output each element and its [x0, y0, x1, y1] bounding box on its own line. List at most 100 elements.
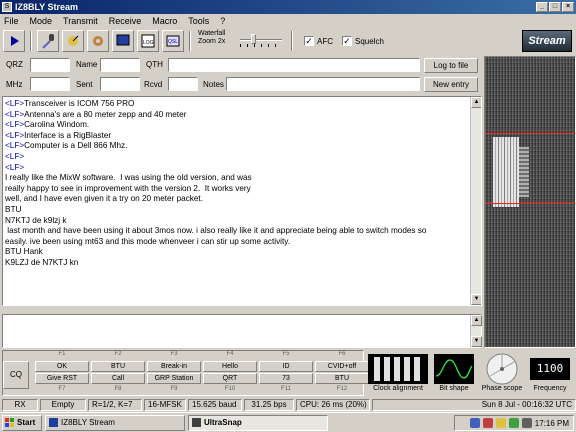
title-bar: S IZ8BLY Stream _ □ ×	[0, 0, 576, 14]
receive-line-text: Carolina Windom.	[24, 120, 90, 130]
phase-scope-label: Phase scope	[481, 385, 523, 392]
windows-logo-icon	[5, 417, 14, 427]
tx-button[interactable]	[37, 30, 59, 52]
new-entry-button[interactable]: New entry	[424, 77, 478, 92]
log-to-file-button[interactable]: Log to file	[424, 58, 478, 73]
microphone-icon	[42, 34, 54, 49]
bit-shape-label: Bit shape	[439, 385, 469, 392]
gear-icon	[93, 36, 103, 46]
transmit-scrollbar[interactable]: ▲ ▼	[470, 315, 482, 347]
task-ultrasnap[interactable]: UltraSnap	[188, 414, 328, 431]
receive-line: really happy to see in improvement with …	[5, 184, 471, 195]
log-button[interactable]: LOG	[137, 30, 159, 52]
qrz-field[interactable]	[30, 58, 70, 72]
macro-button[interactable]: Give RST	[35, 373, 89, 384]
bandwidth-marker-upper[interactable]	[485, 133, 575, 134]
mode-status: 16-MFSK	[144, 399, 186, 411]
rcvd-field[interactable]	[168, 77, 198, 91]
zoom-slider-track[interactable]	[240, 39, 282, 41]
receive-line: <LF>Computer is a Dell 866 Mhz.	[5, 141, 471, 152]
menu-file[interactable]: File	[4, 16, 24, 26]
notes-field[interactable]	[226, 77, 420, 91]
task-izbly-stream[interactable]: IZ8BLY Stream	[45, 414, 185, 431]
receive-text: <LF>Transceiver is ICOM 756 PRO <LF>Anten…	[5, 99, 471, 269]
receive-line-text: well, and I have even given it a try on …	[5, 194, 203, 204]
tray-monitor-icon[interactable]	[521, 418, 532, 428]
svg-text:LOG: LOG	[143, 40, 154, 46]
receive-scrollbar[interactable]: ▲ ▼	[470, 97, 481, 305]
play-icon	[11, 36, 19, 46]
macro-button[interactable]: Break-in	[147, 361, 201, 372]
minimize-button[interactable]: _	[536, 2, 548, 12]
settings-button[interactable]	[87, 30, 109, 52]
display-button[interactable]	[112, 30, 134, 52]
tray-network-icon[interactable]	[482, 418, 493, 428]
log-panel: QRZ Name QTH Log to file MHz Sent Rcvd N…	[0, 56, 484, 94]
scroll-down-arrow[interactable]: ▼	[471, 294, 481, 305]
scroll-up-arrow[interactable]: ▲	[471, 315, 482, 326]
menu-mode[interactable]: Mode	[30, 16, 58, 26]
menu-receive[interactable]: Receive	[109, 16, 147, 26]
cq-button[interactable]: CQ	[3, 361, 29, 389]
play-button[interactable]	[3, 30, 25, 52]
receive-line: <LF>Interface is a RigBlaster	[5, 131, 471, 142]
frequency-readout[interactable]: 1100	[530, 358, 570, 380]
macro-button[interactable]: Call	[91, 373, 145, 384]
macro-button[interactable]: BTU	[315, 373, 369, 384]
scroll-up-arrow[interactable]: ▲	[471, 97, 481, 108]
receive-line-text: really happy to see in improvement with …	[5, 183, 251, 193]
macro-button[interactable]: 73	[259, 373, 313, 384]
receive-line-text: easily. ive been using mt63 and this mod…	[5, 236, 291, 246]
receive-line-text: Antenna's are a 80 meter zepp and 40 met…	[24, 109, 187, 119]
tune-button[interactable]	[62, 30, 84, 52]
sent-field[interactable]	[100, 77, 140, 91]
tray-speaker-icon[interactable]	[495, 418, 506, 428]
notes-label: Notes	[203, 80, 224, 89]
macro-button[interactable]: OK	[35, 361, 89, 372]
qth-field[interactable]	[168, 58, 420, 72]
menu-help[interactable]: ?	[220, 16, 230, 26]
receive-text-pane[interactable]: <LF>Transceiver is ICOM 756 PRO <LF>Anten…	[2, 96, 482, 306]
log-icon: LOG	[141, 34, 155, 48]
scroll-down-arrow[interactable]: ▼	[471, 336, 482, 347]
receive-line-text: I really like the MixW software. I was u…	[5, 173, 252, 183]
squelch-checkbox[interactable]: ✓ Squelch	[342, 36, 384, 46]
frequency-label: Frequency	[533, 385, 567, 392]
mhz-field[interactable]	[30, 77, 70, 91]
start-button[interactable]: Start	[2, 414, 42, 431]
waterfall-display[interactable]	[484, 56, 576, 348]
receive-line-text: K9LZJ de N7KTJ kn	[5, 257, 79, 267]
start-label: Start	[17, 418, 36, 427]
datetime-status: Sun 8 Jul - 00:16:32 UTC	[372, 399, 576, 411]
macro-button[interactable]: ID	[259, 361, 313, 372]
squelch-check-mark[interactable]: ✓	[342, 36, 352, 46]
receive-line: <LF>Carolina Windom.	[5, 120, 471, 131]
waterfall-zoom: Waterfall Zoom 2x	[196, 30, 286, 52]
rcvd-label: Rcvd	[144, 80, 163, 89]
menu-tools[interactable]: Tools	[188, 16, 214, 26]
fkey-label: F9	[170, 386, 178, 392]
qsl-button[interactable]: QSL	[162, 30, 184, 52]
menu-macro[interactable]: Macro	[152, 16, 182, 26]
transmit-text-pane[interactable]: ▲ ▼	[2, 314, 482, 348]
tray-app-icon[interactable]	[508, 418, 519, 428]
afc-checkbox[interactable]: ✓ AFC	[304, 36, 333, 46]
bit-shape-graph	[435, 359, 473, 379]
toolbar-separator	[291, 31, 293, 51]
macro-button[interactable]: CVID+off	[315, 361, 369, 372]
receive-line: BTU Hank	[5, 247, 471, 258]
close-button[interactable]: ×	[562, 2, 574, 12]
macro-button[interactable]: GRP Station	[147, 373, 201, 384]
name-field[interactable]	[100, 58, 140, 72]
afc-check-mark[interactable]: ✓	[304, 36, 314, 46]
bandwidth-marker-lower[interactable]	[485, 203, 575, 204]
zoom-slider-thumb[interactable]	[251, 34, 256, 44]
toolbar-separator	[30, 31, 32, 51]
tray-shield-icon[interactable]	[469, 418, 480, 428]
macro-button[interactable]: QRT	[203, 373, 257, 384]
macro-button[interactable]: BTU	[91, 361, 145, 372]
stream-logo: Stream	[522, 30, 572, 52]
macro-button[interactable]: Hello	[203, 361, 257, 372]
menu-transmit[interactable]: Transmit	[63, 16, 103, 26]
maximize-button[interactable]: □	[549, 2, 561, 12]
